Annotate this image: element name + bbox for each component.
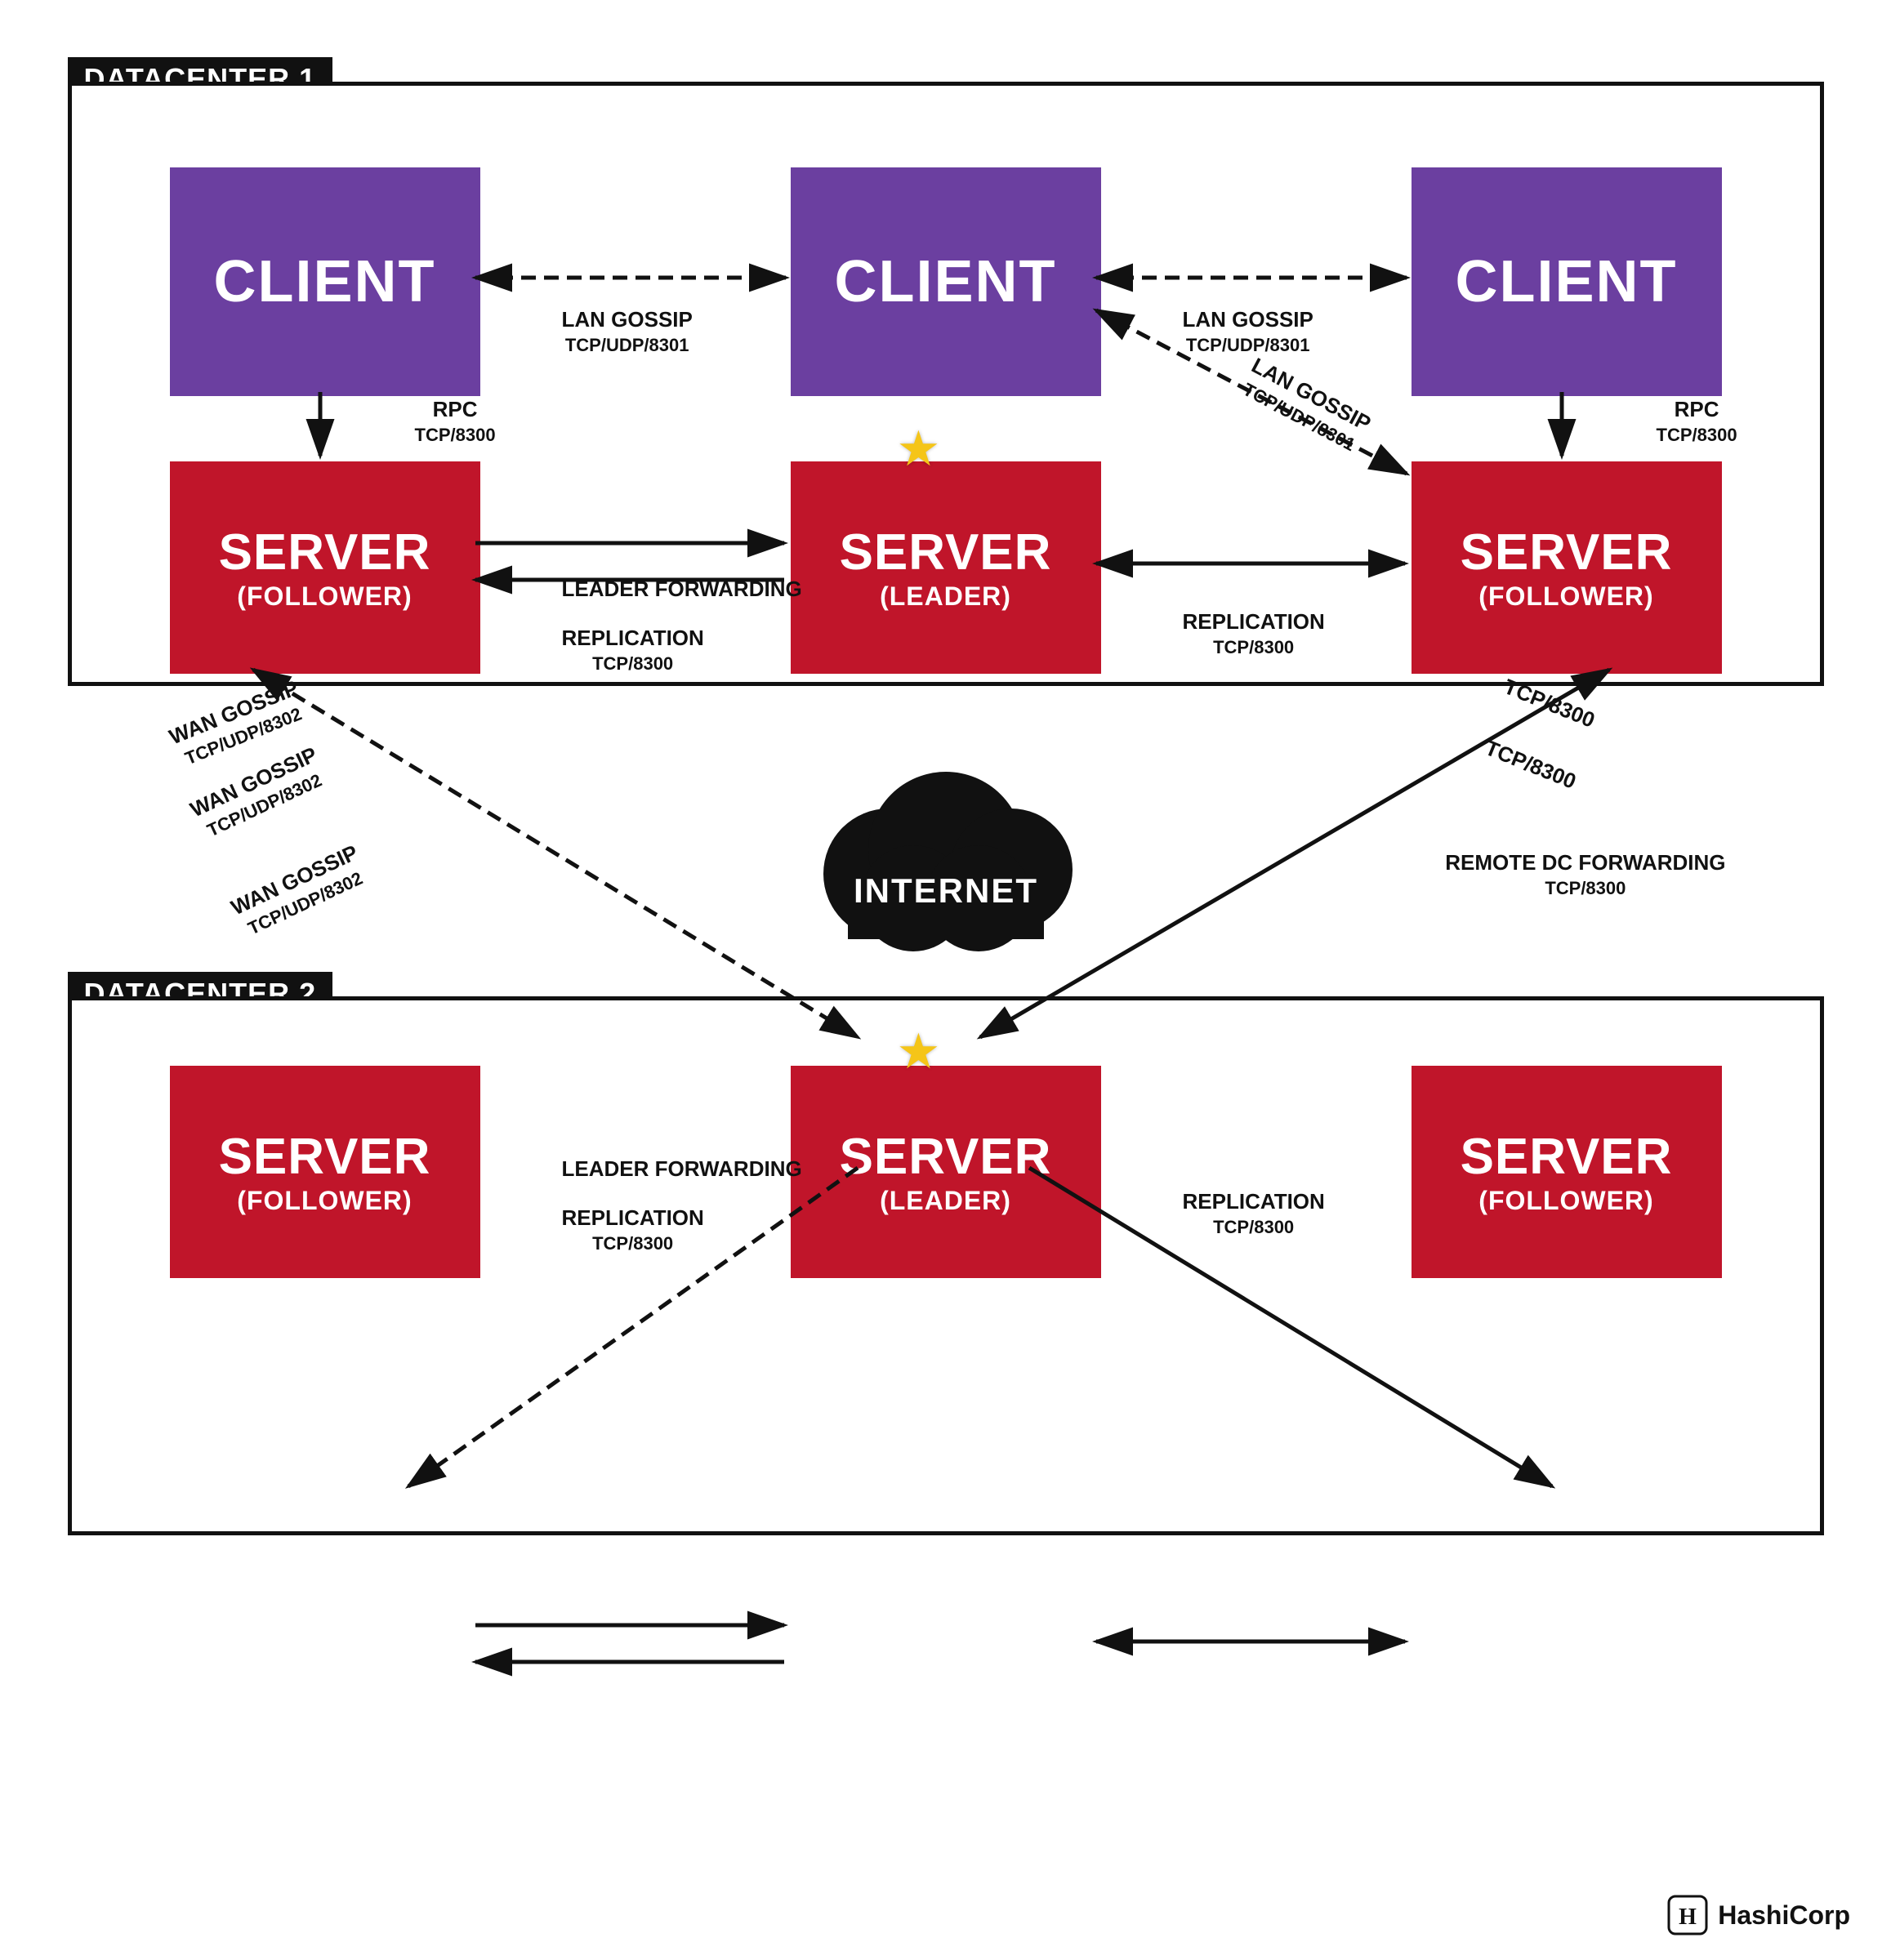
client2-label: CLIENT: [835, 248, 1057, 315]
server3-subtitle: (FOLLOWER): [1478, 581, 1653, 612]
remote-dc-fwd-label: REMOTE DC FORWARDING TCP/8300: [1445, 849, 1725, 900]
client1-label: CLIENT: [214, 248, 436, 315]
server4-box: SERVER (FOLLOWER): [170, 1066, 480, 1278]
dc2-replication-left-label: REPLICATION TCP/8300: [562, 1205, 704, 1255]
replication-right-label: REPLICATION TCP/8300: [1183, 608, 1325, 659]
rpc-left-label: RPC TCP/8300: [415, 396, 496, 447]
server2-subtitle: (LEADER): [880, 581, 1011, 612]
server5-subtitle: (LEADER): [880, 1186, 1011, 1216]
server6-box: SERVER (FOLLOWER): [1412, 1066, 1722, 1278]
main-container: DATACENTER 1 CLIENT CLIENT CLIENT LAN GO…: [0, 0, 1891, 1960]
server5-box: SERVER (LEADER): [791, 1066, 1101, 1278]
datacenter2-wrapper: DATACENTER 2 SERVER (FOLLOWER) SERVER (L…: [68, 996, 1824, 1535]
client3-box: CLIENT: [1412, 167, 1722, 396]
server6-subtitle: (FOLLOWER): [1478, 1186, 1653, 1216]
server1-box: SERVER (FOLLOWER): [170, 461, 480, 674]
cloud-svg: INTERNET: [783, 727, 1109, 956]
server5-title: SERVER: [840, 1128, 1052, 1186]
internet-section: INTERNET WAN GOSSIP TCP/UDP/8302 TCP/830…: [68, 686, 1824, 996]
svg-text:INTERNET: INTERNET: [854, 871, 1038, 910]
dc2-leader-fwd-label: LEADER FORWARDING: [562, 1156, 802, 1183]
dc2-leader-star: ★: [897, 1023, 941, 1080]
server2-box: SERVER (LEADER): [791, 461, 1101, 674]
leader-fwd-label: LEADER FORWARDING: [562, 576, 802, 604]
datacenter1-wrapper: DATACENTER 1 CLIENT CLIENT CLIENT LAN GO…: [68, 82, 1824, 686]
client2-box: CLIENT: [791, 167, 1101, 396]
hashicorp-name: HashiCorp: [1718, 1900, 1850, 1931]
rpc-right-label: RPC TCP/8300: [1657, 396, 1737, 447]
client1-box: CLIENT: [170, 167, 480, 396]
svg-text:H: H: [1679, 1904, 1697, 1930]
client3-label: CLIENT: [1456, 248, 1678, 315]
server1-title: SERVER: [219, 523, 431, 581]
hashicorp-logo: H HashiCorp: [1667, 1895, 1850, 1936]
server4-title: SERVER: [219, 1128, 431, 1186]
lan-gossip-label-1: LAN GOSSIP TCP/UDP/8301: [562, 306, 693, 357]
wan-gossip-to-dc2: WAN GOSSIP TCP/UDP/8302: [226, 840, 372, 943]
server2-title: SERVER: [840, 523, 1052, 581]
server4-subtitle: (FOLLOWER): [237, 1186, 412, 1216]
lan-gossip-diag-label: LAN GOSSIP TCP/UDP/8301: [1235, 352, 1375, 458]
dc2-replication-right-label: REPLICATION TCP/8300: [1183, 1188, 1325, 1239]
server6-title: SERVER: [1461, 1128, 1673, 1186]
datacenter1-box: CLIENT CLIENT CLIENT LAN GOSSIP TCP/UDP/…: [68, 82, 1824, 686]
replication-left-label: REPLICATION TCP/8300: [562, 625, 704, 675]
server3-box: SERVER (FOLLOWER): [1412, 461, 1722, 674]
lan-gossip-label-2: LAN GOSSIP TCP/UDP/8301: [1183, 306, 1313, 357]
dc1-leader-star: ★: [897, 421, 941, 478]
server1-subtitle: (FOLLOWER): [237, 581, 412, 612]
wan-gossip-above-internet: WAN GOSSIP TCP/UDP/8302: [185, 742, 331, 845]
server3-title: SERVER: [1461, 523, 1673, 581]
internet-cloud: INTERNET: [783, 727, 1109, 956]
hashicorp-icon: H: [1667, 1895, 1708, 1936]
tcp8300-internet-right: TCP/8300: [1481, 734, 1580, 795]
datacenter2-box: SERVER (FOLLOWER) SERVER (LEADER) ★ SERV…: [68, 996, 1824, 1535]
